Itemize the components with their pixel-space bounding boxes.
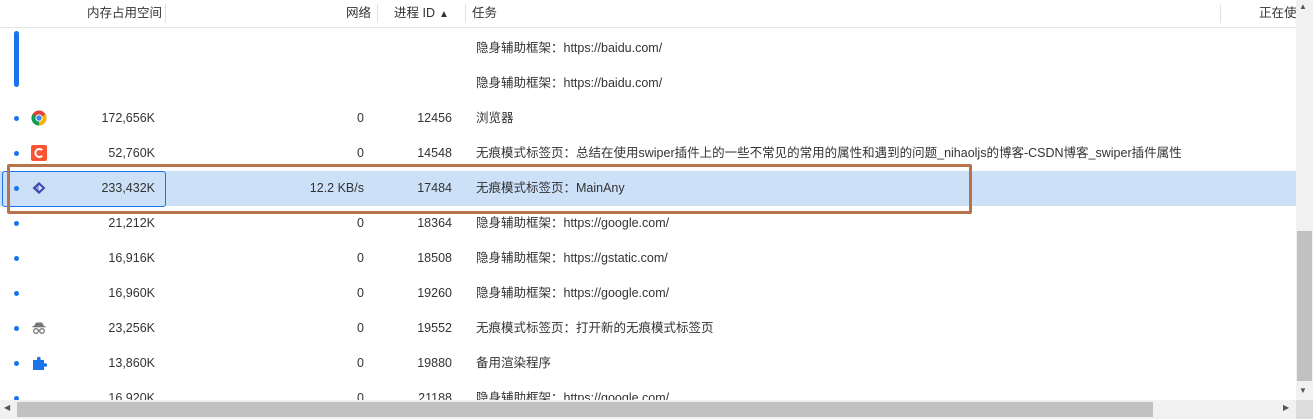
column-divider[interactable] [165,4,166,23]
network-cell: 0 [357,391,364,400]
memory-cell: 16,920K [108,391,155,400]
task-cell: 隐身辅助框架：https://google.com/ [476,286,670,300]
scroll-up-arrow-icon[interactable]: ▲ [1299,2,1307,11]
scrollbar-corner [1296,400,1313,419]
status-dot [14,361,19,366]
scroll-down-arrow-icon[interactable]: ▼ [1299,386,1307,395]
status-dot [14,291,19,296]
table-row[interactable]: 隐身辅助框架：https://baidu.com/ [0,66,1296,101]
network-cell: 0 [357,286,364,300]
pid-cell: 19880 [417,356,452,370]
horizontal-scrollbar-thumb[interactable] [17,402,1153,417]
status-dot [14,116,19,121]
table-row[interactable]: 13,860K 0 19880 备用渲染程序 [0,346,1296,381]
pid-cell: 21188 [418,391,452,400]
scroll-right-arrow-icon[interactable]: ▶ [1283,403,1289,412]
task-cell: 隐身辅助框架：https://baidu.com/ [476,76,663,90]
network-cell: 0 [357,251,364,265]
task-cell: 隐身辅助框架：https://google.com/ [476,391,670,400]
memory-cell: 16,916K [108,251,155,265]
column-header-network[interactable]: 网络 [346,0,371,27]
process-table: 隐身辅助框架：https://baidu.com/ 隐身辅助框架：https:/… [0,31,1296,400]
pid-cell: 18508 [417,251,452,265]
pid-cell: 19552 [417,321,452,335]
task-cell: 无痕模式标签页：打开新的无痕模式标签页 [476,321,714,335]
status-dot [14,326,19,331]
pid-cell: 12456 [417,111,452,125]
status-dot [14,151,19,156]
table-row[interactable]: 16,916K 0 18508 隐身辅助框架：https://gstatic.c… [0,241,1296,276]
network-cell: 0 [357,356,364,370]
column-header-task[interactable]: 任务 [472,0,497,27]
table-row[interactable]: 16,920K 0 21188 隐身辅助框架：https://google.co… [0,381,1296,400]
pid-cell: 19260 [417,286,452,300]
task-cell: 浏览器 [476,111,514,125]
memory-cell: 13,860K [108,356,155,370]
network-cell: 0 [357,111,364,125]
status-dot [14,256,19,261]
memory-cell: 23,256K [108,321,155,335]
status-dot [14,221,19,226]
scroll-left-arrow-icon[interactable]: ◀ [4,403,10,412]
memory-cell: 16,960K [108,286,155,300]
table-header: 内存占用空间 网络 进程 ID ▲ 任务 正在使 [0,0,1297,28]
highlight-annotation-box [7,164,972,214]
task-cell: 隐身辅助框架：https://baidu.com/ [476,41,663,55]
table-row[interactable]: 172,656K 0 12456 浏览器 [0,101,1296,136]
task-cell: 隐身辅助框架：https://gstatic.com/ [476,251,668,265]
task-cell: 备用渲染程序 [476,356,552,370]
puzzle-icon [33,356,47,370]
column-header-pid[interactable]: 进程 ID ▲ [394,0,449,27]
table-row[interactable]: 23,256K 0 19552 无痕模式标签页：打开新的无痕模式标签页 [0,311,1296,346]
network-cell: 0 [357,321,364,335]
column-header-memory[interactable]: 内存占用空间 [87,0,162,27]
column-header-pid-label: 进程 ID [394,6,435,20]
column-header-in-use[interactable]: 正在使 [1259,0,1297,27]
chrome-icon [31,110,47,126]
table-row[interactable]: 16,960K 0 19260 隐身辅助框架：https://google.co… [0,276,1296,311]
sort-ascending-icon: ▲ [438,9,449,20]
vertical-scrollbar-thumb[interactable] [1297,231,1312,381]
column-divider[interactable] [465,4,466,23]
column-divider[interactable] [1220,4,1221,23]
csdn-icon [31,145,47,161]
incognito-icon [32,322,46,334]
memory-cell: 172,656K [101,111,155,125]
table-row[interactable]: 隐身辅助框架：https://baidu.com/ [0,31,1296,66]
column-divider[interactable] [377,4,378,23]
